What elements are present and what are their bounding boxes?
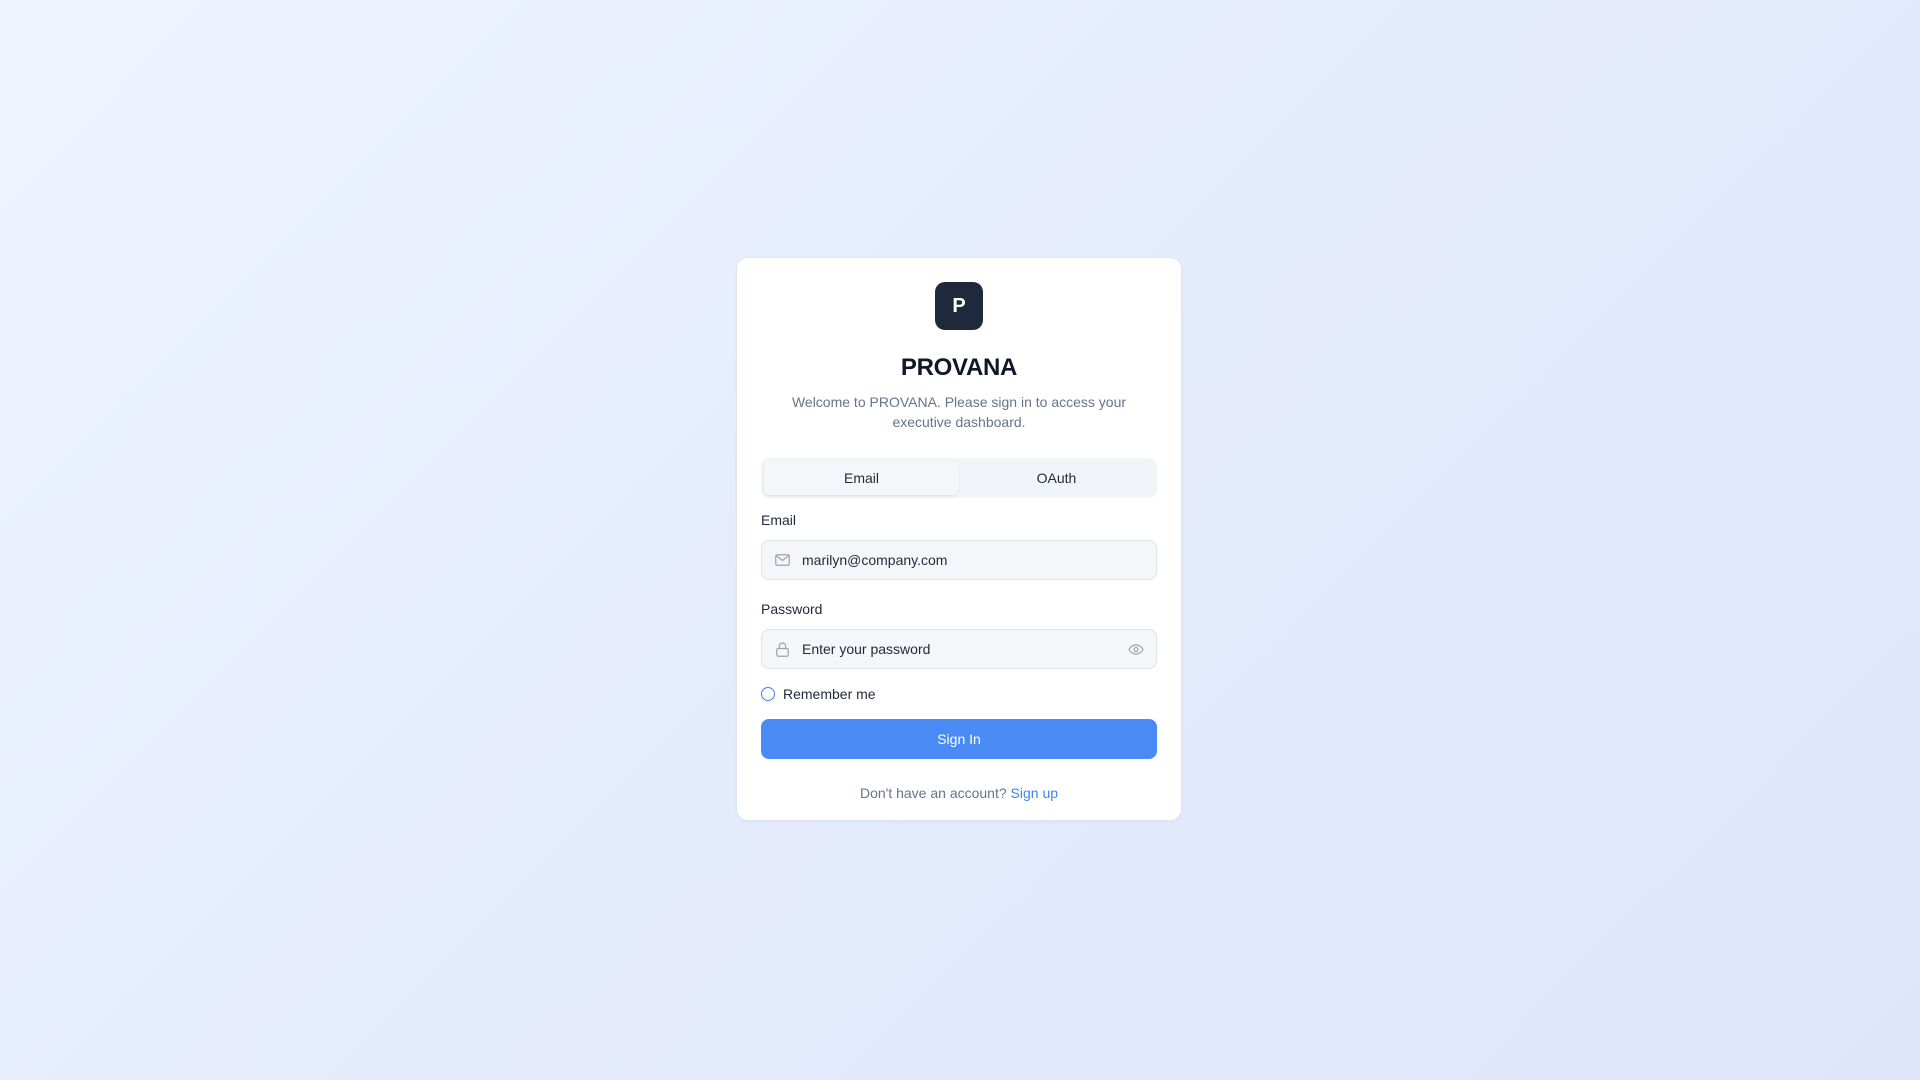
login-card: P PROVANA Welcome to PROVANA. Please sig… bbox=[736, 257, 1182, 821]
remember-me-label: Remember me bbox=[783, 686, 876, 702]
tab-email[interactable]: Email bbox=[764, 461, 959, 495]
email-field-wrapper bbox=[761, 540, 1157, 580]
password-label: Password bbox=[761, 601, 823, 617]
remember-me-checkbox[interactable] bbox=[761, 687, 775, 701]
page-title: PROVANA bbox=[900, 354, 1018, 381]
lock-icon bbox=[774, 641, 790, 657]
password-field-wrapper bbox=[761, 629, 1157, 669]
signup-prompt: Don't have an account? Sign up bbox=[761, 785, 1157, 801]
auth-method-tabs: Email OAuth bbox=[761, 458, 1157, 498]
welcome-text: Welcome to PROVANA. Please sign in to ac… bbox=[791, 394, 1127, 430]
signup-prompt-text: Don't have an account? bbox=[859, 785, 1007, 801]
tab-oauth[interactable]: OAuth bbox=[959, 461, 1154, 495]
sign-in-button[interactable]: Sign In bbox=[761, 719, 1157, 759]
email-input[interactable] bbox=[802, 552, 1144, 568]
eye-icon[interactable] bbox=[1128, 641, 1144, 657]
remember-me-control[interactable]: Remember me bbox=[761, 686, 1157, 702]
password-input[interactable] bbox=[802, 641, 1128, 657]
email-label: Email bbox=[761, 512, 797, 528]
sign-up-link[interactable]: Sign up bbox=[1011, 785, 1058, 801]
brand-logo-letter: P bbox=[952, 294, 966, 317]
mail-icon bbox=[774, 552, 790, 568]
brand-logo: P bbox=[935, 282, 983, 330]
